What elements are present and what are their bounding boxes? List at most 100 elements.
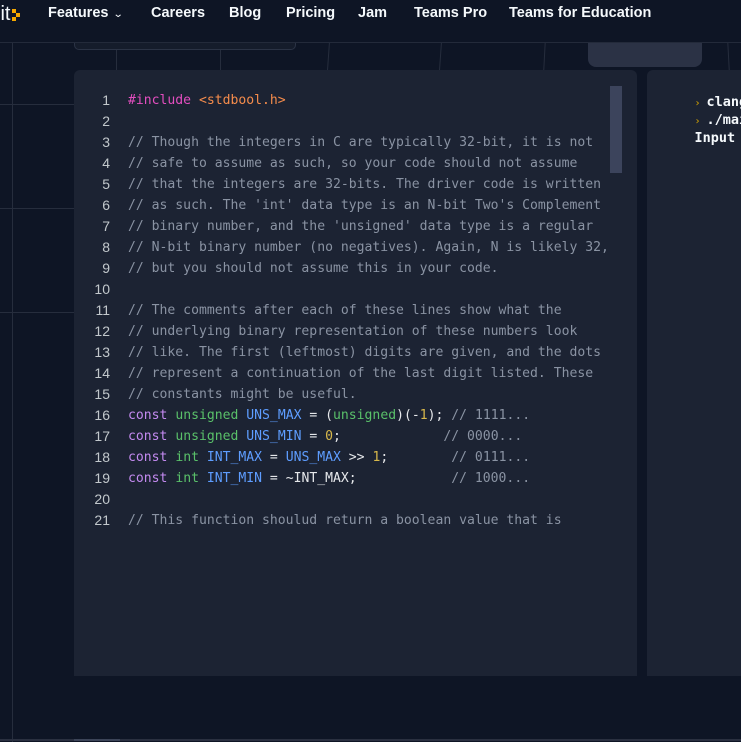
code-token: = bbox=[301, 429, 326, 444]
code-token: // but you should not assume this in you… bbox=[128, 261, 499, 276]
line-content: // Though the integers in C are typicall… bbox=[128, 132, 614, 153]
bg-grid-line bbox=[727, 42, 730, 70]
code-line[interactable]: 12 // underlying binary representation of… bbox=[74, 321, 614, 342]
code-token: unsigned bbox=[175, 429, 239, 444]
code-token: // underlying binary representation of t… bbox=[128, 324, 578, 339]
line-content: // represent a continuation of the last … bbox=[128, 363, 614, 384]
code-line[interactable]: 18 const int INT_MAX = UNS_MAX >> 1; // 0… bbox=[74, 447, 614, 468]
line-content: // but you should not assume this in you… bbox=[128, 258, 614, 279]
code-token: const bbox=[128, 408, 168, 423]
nav-item-features[interactable]: Features ⌄ bbox=[48, 5, 124, 21]
code-token: UNS_MIN bbox=[246, 429, 302, 444]
logo[interactable]: lit bbox=[0, 0, 22, 42]
code-line[interactable]: 17 const unsigned UNS_MIN = 0; // 0000... bbox=[74, 426, 614, 447]
code-line[interactable]: 4 // safe to assume as such, so your code… bbox=[74, 153, 614, 174]
code-line[interactable]: 8 // N-bit binary number (no negatives). … bbox=[74, 237, 614, 258]
code-line[interactable]: 16 const unsigned UNS_MAX = (unsigned)(-1… bbox=[74, 405, 614, 426]
line-number: 9 bbox=[102, 260, 110, 276]
line-content: const int INT_MIN = ~INT_MAX; // 1000... bbox=[128, 468, 614, 489]
code-token: <stdbool.h> bbox=[198, 93, 286, 108]
line-content: const unsigned UNS_MAX = (unsigned)(-1);… bbox=[128, 405, 614, 426]
line-number: 19 bbox=[94, 470, 110, 486]
code-line[interactable]: 5 // that the integers are 32-bits. The d… bbox=[74, 174, 614, 195]
line-number: 3 bbox=[102, 134, 110, 150]
line-number: 6 bbox=[102, 197, 110, 213]
line-content: #include <stdbool.h> bbox=[128, 90, 614, 111]
line-content: // binary number, and the 'unsigned' dat… bbox=[128, 216, 614, 237]
code-token: // constants might be useful. bbox=[128, 387, 357, 402]
line-content: // underlying binary representation of t… bbox=[128, 321, 614, 342]
code-line[interactable]: 2 bbox=[74, 111, 614, 132]
code-token: >> bbox=[340, 450, 373, 465]
line-number: 13 bbox=[94, 344, 110, 360]
line-number: 21 bbox=[94, 512, 110, 528]
bg-grid-line bbox=[543, 42, 546, 70]
line-number: 11 bbox=[95, 302, 110, 318]
nav-item-jam[interactable]: Jam bbox=[358, 5, 387, 21]
nav-item-pricing[interactable]: Pricing bbox=[286, 5, 335, 21]
code-token: const bbox=[128, 450, 168, 465]
code-token: const bbox=[128, 471, 168, 486]
code-line[interactable]: 6 // as such. The 'int' data type is an N… bbox=[74, 195, 614, 216]
line-number: 8 bbox=[102, 239, 110, 255]
code-line[interactable]: 10 bbox=[74, 279, 614, 300]
line-content bbox=[128, 111, 614, 132]
code-token: // N-bit binary number (no negatives). A… bbox=[128, 240, 609, 255]
code-line[interactable]: 21 // This function shoulud return a bool… bbox=[74, 510, 614, 531]
nav-item-blog[interactable]: Blog bbox=[229, 5, 261, 21]
nav-item-careers[interactable]: Careers bbox=[151, 5, 205, 21]
code-token: // as such. The 'int' data type is an N-… bbox=[128, 198, 601, 213]
code-token: // 0000... bbox=[443, 429, 523, 444]
code-token: unsigned bbox=[175, 408, 239, 423]
code-line[interactable]: 15 // constants might be useful. bbox=[74, 384, 614, 405]
bg-grid-line bbox=[12, 42, 13, 742]
code-line[interactable]: 11 // The comments after each of these li… bbox=[74, 300, 614, 321]
code-token: // safe to assume as such, so your code … bbox=[128, 156, 578, 171]
code-line[interactable]: 19 const int INT_MIN = ~INT_MAX; // 1000.… bbox=[74, 468, 614, 489]
nav-item-teams-pro[interactable]: Teams Pro bbox=[414, 5, 487, 21]
code-token: // that the integers are 32-bits. The dr… bbox=[128, 177, 601, 192]
line-number: 14 bbox=[94, 365, 110, 381]
nav-item-label: Blog bbox=[229, 5, 262, 21]
code-line[interactable]: 14 // represent a continuation of the las… bbox=[74, 363, 614, 384]
code-token: 0 bbox=[325, 429, 334, 444]
code-line[interactable]: 20 bbox=[74, 489, 614, 510]
line-content: // like. The first (leftmost) digits are… bbox=[128, 342, 614, 363]
line-number: 2 bbox=[102, 113, 110, 129]
code-line[interactable]: 1 #include <stdbool.h> bbox=[74, 90, 614, 111]
editor-scrollbar[interactable] bbox=[610, 86, 622, 173]
nav-item-label: Pricing bbox=[286, 5, 336, 21]
line-content: // that the integers are 32-bits. The dr… bbox=[128, 174, 614, 195]
top-nav: lit Features ⌄ Careers Blog Pricing Jam T… bbox=[0, 0, 741, 43]
line-content bbox=[128, 279, 614, 300]
code-line[interactable]: 7 // binary number, and the 'unsigned' da… bbox=[74, 216, 614, 237]
code-token: int bbox=[175, 471, 199, 486]
nav-item-label: Teams Pro bbox=[414, 5, 488, 21]
line-content: // constants might be useful. bbox=[128, 384, 614, 405]
bg-grid-line bbox=[0, 312, 74, 313]
code-token: int bbox=[175, 450, 199, 465]
line-content: const int INT_MAX = UNS_MAX >> 1; // 011… bbox=[128, 447, 614, 468]
code-token: // This function shoulud return a boolea… bbox=[128, 513, 562, 528]
code-token: ; bbox=[380, 450, 452, 465]
logo-text: lit bbox=[0, 2, 11, 25]
nav-item-teams-for-education[interactable]: Teams for Education bbox=[509, 5, 651, 21]
code-line[interactable]: 9 // but you should not assume this in yo… bbox=[74, 258, 614, 279]
line-content: const unsigned UNS_MIN = 0; // 0000... bbox=[128, 426, 614, 447]
code-line[interactable]: 13 // like. The first (leftmost) digits a… bbox=[74, 342, 614, 363]
line-content bbox=[128, 489, 614, 510]
code-token: = ~INT_MAX; bbox=[262, 471, 452, 486]
code-line[interactable]: 3 // Though the integers in C are typical… bbox=[74, 132, 614, 153]
line-number: 1 bbox=[102, 92, 110, 108]
code-editor[interactable]: 1 #include <stdbool.h> 2 3 // Though the in… bbox=[74, 70, 637, 676]
line-number: 17 bbox=[94, 428, 110, 444]
line-number: 16 bbox=[94, 407, 110, 423]
code-token: // 0111... bbox=[451, 450, 531, 465]
code-token: // Though the integers in C are typicall… bbox=[128, 135, 594, 150]
code-token: // represent a continuation of the last … bbox=[128, 366, 594, 381]
line-number: 7 bbox=[102, 218, 110, 234]
code-lines[interactable]: 1 #include <stdbool.h> 2 3 // Though the in… bbox=[74, 90, 614, 531]
console-panel[interactable]: ›clang-7 ›./main Input a nu bbox=[647, 70, 741, 676]
console-text: Input a nu bbox=[694, 130, 736, 146]
